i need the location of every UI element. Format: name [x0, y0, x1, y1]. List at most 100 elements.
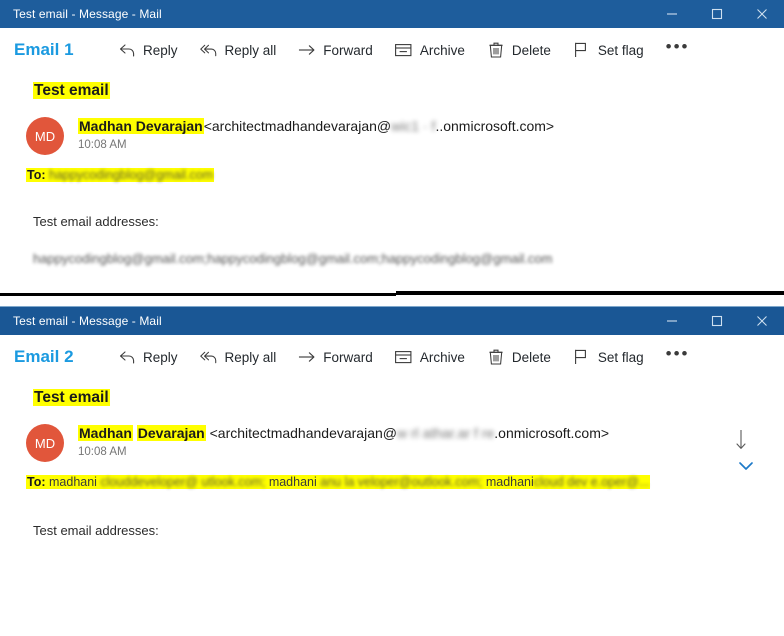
- archive-button[interactable]: Archive: [395, 41, 465, 59]
- archive-button[interactable]: Archive: [395, 348, 465, 366]
- forward-label: Forward: [323, 349, 373, 365]
- avatar: MD: [26, 117, 64, 155]
- window-title: Test email - Message - Mail: [13, 7, 162, 21]
- sender-email-tail: ..onmicrosoft.com>: [435, 118, 555, 134]
- to-address-3: utlook.com;: [201, 475, 266, 489]
- set-flag-button[interactable]: Set flag: [573, 41, 644, 59]
- separator-right-segment: [396, 291, 784, 295]
- forward-label: Forward: [323, 42, 373, 58]
- forward-arrow-icon: [298, 41, 316, 59]
- more-options-button[interactable]: •••: [666, 345, 690, 364]
- to-address-7: cloud dev e.oper@...: [533, 475, 650, 489]
- to-address-5: anu la veloper@outlook.com;: [320, 475, 483, 489]
- subject-row: Test email: [0, 72, 784, 100]
- reply-all-label: Reply all: [224, 42, 277, 58]
- body-address-part-2: @gmail.com;happycodingblog@gmail.com: [305, 251, 553, 266]
- to-address-4: madhani: [268, 475, 317, 489]
- toolbar-window-1: Email 1 Reply Reply all Forward Archive: [0, 28, 784, 72]
- to-label: To:: [27, 168, 46, 182]
- reply-icon: [118, 348, 136, 366]
- to-address-1: madhani: [49, 475, 97, 489]
- trash-icon: [487, 348, 505, 366]
- separator-left-segment: [0, 293, 396, 296]
- window-separator: [0, 280, 784, 306]
- reply-all-button[interactable]: Reply all: [199, 348, 277, 366]
- set-flag-label: Set flag: [597, 349, 644, 365]
- window-controls: [649, 0, 784, 28]
- sender-info: Madhan Devarajan<architectmadhandevaraja…: [64, 116, 554, 151]
- forward-button[interactable]: Forward: [298, 41, 373, 59]
- email-window-1: Test email - Message - Mail Email 1 Repl…: [0, 0, 784, 280]
- window-title: Test email - Message - Mail: [13, 314, 162, 328]
- trash-icon: [487, 41, 505, 59]
- sender-row: MD Madhan Devarajan <architectmadhandeva…: [0, 407, 784, 462]
- forward-button[interactable]: Forward: [298, 348, 373, 366]
- message-subject: Test email: [33, 82, 110, 99]
- avatar: MD: [26, 424, 64, 462]
- to-address: happycodingblog@gmail.com: [49, 168, 214, 182]
- sender-name: Madhan Devarajan: [78, 118, 204, 134]
- reply-all-button[interactable]: Reply all: [199, 41, 277, 59]
- reply-button[interactable]: Reply: [118, 348, 178, 366]
- sender-email-redacted: w rl athar.ar f re: [397, 425, 495, 441]
- body-heading: Test email addresses:: [33, 214, 159, 229]
- titlebar-window-2: Test email - Message - Mail: [0, 306, 784, 335]
- reply-icon: [118, 41, 136, 59]
- more-options-button[interactable]: •••: [666, 38, 690, 57]
- sender-info: Madhan Devarajan <architectmadhandevaraj…: [64, 423, 609, 458]
- archive-label: Archive: [419, 349, 465, 365]
- subject-row: Test email: [0, 379, 784, 407]
- archive-label: Archive: [419, 42, 465, 58]
- sender-line: Madhan Devarajan<architectmadhandevaraja…: [78, 117, 554, 135]
- to-address-6: madhani: [485, 475, 534, 489]
- reply-label: Reply: [143, 42, 178, 58]
- sender-row: MD Madhan Devarajan<architectmadhandevar…: [0, 100, 784, 155]
- forward-arrow-icon: [298, 348, 316, 366]
- flag-icon: [573, 41, 591, 59]
- to-label: To:: [27, 475, 46, 489]
- sender-first-name: Madhan: [78, 425, 133, 441]
- delete-button[interactable]: Delete: [487, 348, 551, 366]
- reply-all-label: Reply all: [224, 349, 277, 365]
- maximize-button[interactable]: [694, 0, 739, 28]
- scroll-down-arrow-icon[interactable]: [734, 429, 748, 456]
- reply-button[interactable]: Reply: [118, 41, 178, 59]
- sender-email-redacted: wic1 · f: [391, 118, 436, 134]
- reply-all-icon: [199, 41, 218, 59]
- titlebar-window-1: Test email - Message - Mail: [0, 0, 784, 28]
- set-flag-button[interactable]: Set flag: [573, 348, 644, 366]
- expand-recipients-chevron-down-icon[interactable]: [736, 459, 756, 476]
- close-button[interactable]: [739, 307, 784, 335]
- sender-email-open: <architectmadhandevarajan@: [209, 425, 397, 441]
- message-time: 10:08 AM: [78, 446, 127, 458]
- reply-label: Reply: [143, 349, 178, 365]
- delete-label: Delete: [511, 349, 551, 365]
- reply-all-icon: [199, 348, 218, 366]
- body-address-part-1: happycodingblog@gmail.com;happycodingblo…: [33, 251, 306, 266]
- message-time: 10:08 AM: [78, 139, 127, 151]
- window-controls: [649, 307, 784, 335]
- sender-email-open: <architectmadhandevarajan@: [203, 118, 392, 134]
- minimize-button[interactable]: [649, 0, 694, 28]
- sender-line: Madhan Devarajan <architectmadhandevaraj…: [78, 424, 609, 442]
- close-button[interactable]: [739, 0, 784, 28]
- body-address-list: happycodingblog@gmail.com;happycodingblo…: [0, 229, 784, 280]
- message-body-2: Test email MD Madhan Devarajan <architec…: [0, 379, 784, 538]
- body-heading: Test email addresses:: [33, 523, 159, 538]
- minimize-button[interactable]: [649, 307, 694, 335]
- message-body-1: Test email MD Madhan Devarajan<architect…: [0, 72, 784, 280]
- email-window-2: Test email - Message - Mail Email 2 Repl…: [0, 306, 784, 538]
- flag-icon: [573, 348, 591, 366]
- to-row: To: madhani clouddeveloper@ utlook.com; …: [0, 462, 784, 489]
- delete-button[interactable]: Delete: [487, 41, 551, 59]
- set-flag-label: Set flag: [597, 42, 644, 58]
- to-row: To: happycodingblog@gmail.com: [0, 155, 784, 182]
- maximize-button[interactable]: [694, 307, 739, 335]
- email-number-label: Email 1: [14, 40, 74, 59]
- archive-icon: [395, 41, 413, 59]
- sender-last-name: Devarajan: [136, 425, 206, 441]
- archive-icon: [395, 348, 413, 366]
- sender-email-tail: .onmicrosoft.com>: [494, 425, 610, 441]
- delete-label: Delete: [511, 42, 551, 58]
- email-number-label: Email 2: [14, 347, 74, 366]
